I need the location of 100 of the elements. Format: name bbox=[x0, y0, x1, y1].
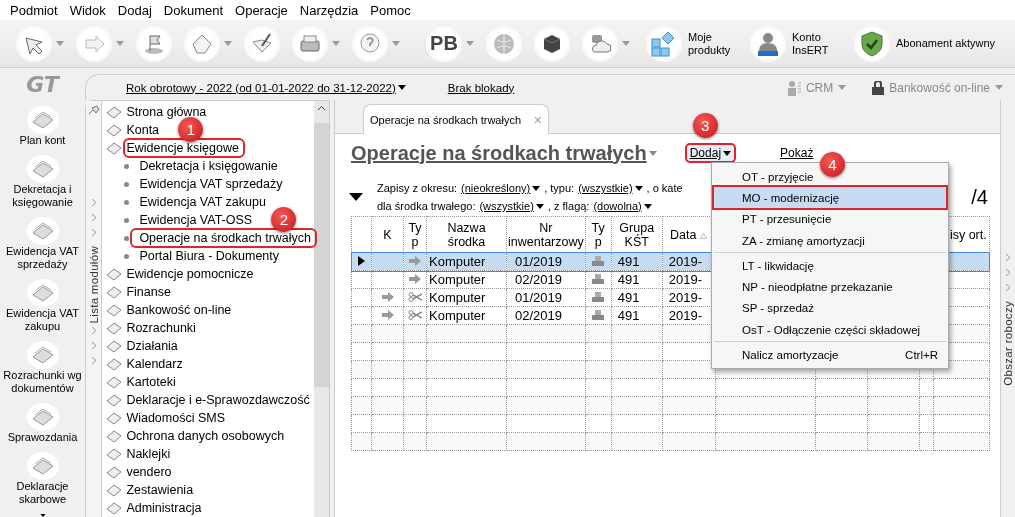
shortcut-button[interactable]: Sprawozdania bbox=[1, 401, 84, 448]
menu-item[interactable]: Pomoc bbox=[364, 2, 417, 18]
arrow-icon bbox=[381, 310, 394, 320]
menu-item[interactable]: Dodaj bbox=[111, 2, 158, 18]
module-list-item[interactable]: Zestawienia bbox=[126, 483, 197, 497]
filter-label: Zapisy z okresu: bbox=[377, 182, 458, 194]
caret-icon bbox=[224, 41, 232, 46]
page-title[interactable]: Operacje na środkach trwałych bbox=[351, 141, 657, 165]
menu-option[interactable]: OsT - Odłączenie części składowej bbox=[714, 318, 946, 342]
shortcut-button[interactable]: Ewidencja VAT zakupu bbox=[1, 277, 84, 337]
module-list-item[interactable]: Działania bbox=[126, 339, 181, 353]
module-icon bbox=[106, 267, 123, 281]
lock-link[interactable]: Brak blokady bbox=[447, 81, 515, 94]
column-header[interactable]: K bbox=[371, 216, 404, 253]
module-list-item[interactable]: Dekretacja i księgowanie bbox=[133, 159, 281, 173]
module-list-item[interactable]: Ewidencja VAT zakupu bbox=[133, 195, 269, 209]
pin-icon[interactable] bbox=[87, 105, 100, 115]
menu-item[interactable]: Operacje bbox=[229, 2, 294, 18]
filter-link[interactable]: (dowolna) bbox=[593, 200, 652, 212]
menu-item[interactable]: Podmiot bbox=[4, 2, 64, 18]
module-icon bbox=[106, 105, 123, 119]
module-list-item[interactable]: Wiadomości SMS bbox=[126, 411, 229, 425]
filter-label: , o kate bbox=[646, 182, 683, 194]
module-list-item[interactable]: Operacje na środkach trwałych bbox=[133, 231, 314, 245]
module-list-item[interactable]: Portal Biura - Dokumenty bbox=[133, 249, 283, 263]
module-list-item[interactable]: Kalendarz bbox=[126, 357, 186, 371]
module-list-item[interactable]: Konta bbox=[126, 123, 163, 137]
column-header[interactable]: Grupa KŚT bbox=[611, 216, 663, 253]
table-cell: 491 bbox=[611, 270, 663, 289]
filter-label: , z flagą: bbox=[547, 200, 590, 212]
filter-link[interactable]: (wszystkie) bbox=[578, 182, 643, 194]
module-icon bbox=[106, 321, 123, 335]
expand-icon[interactable] bbox=[349, 193, 363, 201]
caret-icon bbox=[995, 85, 1003, 90]
shortcut-button[interactable]: Ewidencja VAT sprzedaży bbox=[1, 215, 84, 275]
arrow-icon bbox=[409, 274, 421, 284]
panel-title: Lista modułów bbox=[87, 246, 100, 324]
module-list-item[interactable]: Ewidencje pomocnicze bbox=[126, 267, 257, 281]
table-cell: 02/2019 bbox=[506, 270, 586, 289]
module-list-item[interactable]: vendero bbox=[126, 465, 175, 479]
filter-link[interactable]: (wszystkie) bbox=[479, 200, 544, 212]
column-header[interactable]: Nr inwentarzowy bbox=[506, 216, 586, 253]
shortcut-button[interactable]: Rozrachunki wg dokumentów bbox=[1, 339, 84, 399]
menu-item[interactable]: Widok bbox=[63, 2, 112, 18]
caret-icon bbox=[723, 150, 732, 156]
bullet-icon bbox=[124, 163, 130, 169]
module-icon bbox=[106, 123, 123, 137]
toolbar-action-button[interactable]: Moje produkty bbox=[642, 25, 740, 62]
show-link[interactable]: Pokaż bbox=[774, 145, 820, 161]
caret-icon bbox=[535, 203, 544, 209]
step-badge: 2 bbox=[271, 207, 297, 232]
module-list-item[interactable]: Deklaracje i e-Sprawozdawczość bbox=[126, 393, 313, 407]
column-header[interactable]: Nazwa środka bbox=[426, 216, 507, 253]
module-icon bbox=[106, 411, 123, 425]
module-list-item[interactable]: Ewidencje księgowe bbox=[126, 141, 242, 155]
table-cell: Komputer bbox=[426, 270, 507, 289]
module-list-item[interactable]: Strona główna bbox=[126, 105, 210, 119]
module-icon bbox=[106, 465, 123, 479]
step-badge: 4 bbox=[820, 152, 845, 177]
toolbar-action-button[interactable]: Konto InsERT bbox=[746, 25, 844, 62]
table-cell: 01/2019 bbox=[506, 252, 586, 271]
module-list-item[interactable]: Rozrachunki bbox=[126, 321, 199, 335]
caret-icon bbox=[622, 41, 630, 46]
printer-icon bbox=[592, 292, 605, 302]
shortcut-button[interactable]: Plan kont bbox=[1, 104, 84, 151]
filter-link[interactable]: (nieokreślony) bbox=[461, 182, 541, 194]
caret-icon bbox=[397, 85, 406, 90]
menu-option[interactable]: ZA - zmianę amortyzacji bbox=[714, 229, 946, 253]
scroll-up-icon[interactable] bbox=[317, 105, 326, 111]
column-header[interactable]: Ty p bbox=[403, 216, 427, 253]
menu-item[interactable]: Dokument bbox=[157, 2, 230, 18]
printer-icon bbox=[592, 274, 605, 284]
add-link[interactable]: Dodaj bbox=[686, 145, 735, 161]
table-cell: 491 bbox=[611, 252, 663, 271]
globe-icon bbox=[492, 31, 516, 56]
column-header[interactable]: Ty p bbox=[585, 216, 612, 253]
caret-icon bbox=[643, 203, 652, 209]
menu-option[interactable]: MO - modernizację bbox=[714, 187, 946, 208]
scrollbar-thumb[interactable] bbox=[314, 123, 329, 387]
module-list-item[interactable]: Ewidencja VAT-OSS bbox=[133, 213, 256, 227]
module-list-item[interactable]: Bankowość on-line bbox=[126, 303, 235, 317]
module-list-item[interactable]: Naklejki bbox=[126, 447, 174, 461]
module-list-item[interactable]: Administracja bbox=[126, 501, 205, 515]
menu-item[interactable]: Narzędzia bbox=[293, 2, 365, 18]
shortcut-button[interactable]: Deklaracje skarbowe bbox=[1, 450, 84, 510]
module-list-item[interactable]: Ewidencja VAT sprzedaży bbox=[133, 177, 286, 191]
module-icon bbox=[106, 375, 123, 389]
shortcut-button[interactable]: Dekretacja i księgowanie bbox=[1, 153, 84, 213]
caret-icon bbox=[56, 41, 64, 46]
caret-icon bbox=[532, 185, 541, 191]
document-tab[interactable]: Operacje na środkach trwałych × bbox=[363, 104, 549, 134]
filter-label: , typu: bbox=[544, 182, 575, 194]
module-list-item[interactable]: Ochrona danych osobowych bbox=[126, 429, 288, 443]
module-list-item[interactable]: Kartoteki bbox=[126, 375, 179, 389]
toolbar-action-button[interactable]: Abonament aktywny bbox=[850, 25, 1005, 62]
module-list-item[interactable]: Finanse bbox=[126, 285, 174, 299]
fiscal-year-link[interactable]: Rok obrotowy - 2022 (od 01-01-2022 do 31-12-2022) bbox=[126, 81, 406, 94]
menu-option[interactable]: Nalicz amortyzacje Ctrl+R bbox=[714, 344, 946, 365]
shield-check-icon bbox=[859, 30, 885, 57]
module-icon bbox=[106, 285, 123, 299]
